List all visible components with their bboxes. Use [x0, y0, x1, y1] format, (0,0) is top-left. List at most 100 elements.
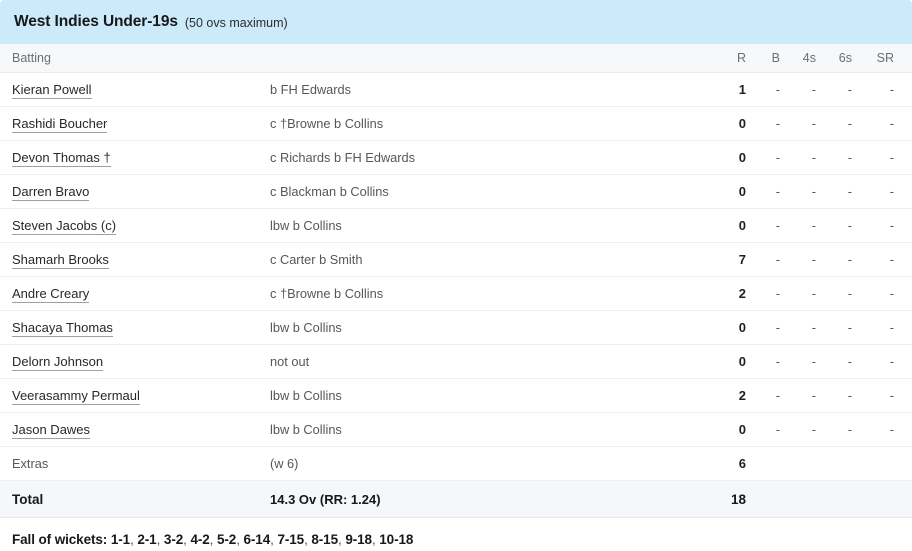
batsman-name-cell: Rashidi Boucher — [0, 106, 255, 141]
strike-rate-cell: - — [870, 310, 912, 345]
player-link[interactable]: Jason Dawes — [12, 422, 91, 439]
table-row: Andre Creary c †Browne b Collins 2- - - - — [0, 276, 912, 311]
table-row: Jason Dawes lbw b Collins 0- - - - — [0, 412, 912, 447]
sixes-cell: - — [834, 276, 870, 311]
fall-of-wickets-separator: , — [338, 532, 342, 547]
runs-cell: 7 — [730, 242, 764, 277]
runs-cell: 0 — [730, 208, 764, 243]
fours-cell: - — [798, 378, 834, 413]
sixes-cell: - — [834, 174, 870, 209]
fall-of-wickets-entry: 9-18 — [345, 532, 372, 547]
balls-cell: - — [764, 344, 798, 379]
column-header-sixes: 6s — [834, 44, 870, 73]
fours-cell: - — [798, 344, 834, 379]
total-runs-cell: 18 — [730, 480, 764, 518]
innings-team-name: West Indies Under-19s — [14, 13, 178, 30]
fall-of-wickets-separator: , — [183, 532, 187, 547]
fall-of-wickets-entry: 5-2 — [216, 532, 237, 547]
fours-cell: - — [798, 140, 834, 175]
batting-table: Batting R B 4s 6s SR Kieran Powell b FH E… — [0, 44, 912, 518]
fall-of-wickets-entry: 4-2 — [190, 532, 210, 547]
strike-rate-cell: - — [870, 106, 912, 141]
balls-cell: - — [764, 378, 798, 413]
dismissal-cell: not out — [255, 344, 730, 379]
column-header-strike-rate: SR — [870, 44, 912, 73]
extras-detail-cell: (w 6) — [255, 446, 730, 481]
player-link[interactable]: Darren Bravo — [12, 184, 90, 201]
fall-of-wickets-entry: 3-2 — [163, 532, 184, 547]
player-link[interactable]: Veerasammy Permaul — [12, 388, 140, 405]
dismissal-cell: lbw b Collins — [255, 378, 730, 413]
fall-of-wickets: Fall of wickets: 1-1, 2-1, 3-2, 4-2, 5-2… — [0, 518, 912, 547]
player-link[interactable]: Rashidi Boucher — [12, 116, 108, 133]
total-detail-cell: 14.3 Ov (RR: 1.24) — [255, 480, 730, 518]
player-link[interactable]: Shacaya Thomas — [12, 320, 113, 337]
balls-cell: - — [764, 72, 798, 107]
fall-of-wickets-separator: , — [236, 532, 240, 547]
runs-cell: 0 — [730, 310, 764, 345]
dismissal-cell: c Carter b Smith — [255, 242, 730, 277]
extras-runs-cell: 6 — [730, 446, 764, 481]
fall-of-wickets-separator: , — [209, 532, 214, 547]
extras-label-cell: Extras — [0, 446, 255, 481]
extras-empty-cell — [798, 446, 834, 481]
sixes-cell: - — [834, 412, 870, 447]
dismissal-cell: c †Browne b Collins — [255, 106, 730, 141]
extras-empty-cell — [764, 446, 798, 481]
player-link[interactable]: Andre Creary — [12, 286, 90, 303]
fall-of-wickets-separator: , — [156, 532, 161, 547]
batting-table-body: Kieran Powell b FH Edwards 1- - - - Rashidi Bo… — [0, 72, 912, 518]
strike-rate-cell: - — [870, 242, 912, 277]
innings-header: West Indies Under-19s (50 ovs maximum) — [0, 0, 912, 44]
total-row: Total 14.3 Ov (RR: 1.24) 18 — [0, 480, 912, 518]
dismissal-cell: lbw b Collins — [255, 412, 730, 447]
total-empty-cell — [798, 480, 834, 518]
runs-cell: 0 — [730, 344, 764, 379]
fall-of-wickets-separator: , — [130, 532, 134, 547]
player-link[interactable]: Kieran Powell — [12, 82, 92, 99]
strike-rate-cell: - — [870, 412, 912, 447]
player-link[interactable]: Shamarh Brooks — [12, 252, 109, 269]
fall-of-wickets-entry: 2-1 — [137, 532, 157, 547]
player-link[interactable]: Devon Thomas † — [12, 150, 111, 167]
dismissal-cell: lbw b Collins — [255, 208, 730, 243]
table-row: Shamarh Brooks c Carter b Smith 7- - - - — [0, 242, 912, 277]
player-link[interactable]: Steven Jacobs (c) — [12, 218, 117, 235]
table-row: Rashidi Boucher c †Browne b Collins 0- - - - — [0, 106, 912, 141]
batsman-name-cell: Andre Creary — [0, 276, 255, 311]
player-link[interactable]: Delorn Johnson — [12, 354, 104, 371]
balls-cell: - — [764, 276, 798, 311]
runs-cell: 2 — [730, 276, 764, 311]
sixes-cell: - — [834, 140, 870, 175]
dismissal-cell: c Richards b FH Edwards — [255, 140, 730, 175]
batsman-name-cell: Jason Dawes — [0, 412, 255, 447]
extras-row: Extras (w 6) 6 — [0, 446, 912, 481]
sixes-cell: - — [834, 72, 870, 107]
balls-cell: - — [764, 140, 798, 175]
extras-empty-cell — [870, 446, 912, 481]
total-empty-cell — [834, 480, 870, 518]
fours-cell: - — [798, 174, 834, 209]
table-row: Shacaya Thomas lbw b Collins 0- - - - — [0, 310, 912, 345]
fours-cell: - — [798, 412, 834, 447]
sixes-cell: - — [834, 106, 870, 141]
dismissal-cell: c Blackman b Collins — [255, 174, 730, 209]
sixes-cell: - — [834, 344, 870, 379]
runs-cell: 0 — [730, 140, 764, 175]
fall-of-wickets-entry: 8-15 — [311, 532, 338, 547]
balls-cell: - — [764, 174, 798, 209]
table-row: Darren Bravo c Blackman b Collins 0- - - - — [0, 174, 912, 209]
strike-rate-cell: - — [870, 174, 912, 209]
column-header-runs: R — [730, 44, 764, 73]
batsman-name-cell: Steven Jacobs (c) — [0, 208, 255, 243]
innings-scorecard: West Indies Under-19s (50 ovs maximum) B… — [0, 0, 912, 547]
fours-cell: - — [798, 276, 834, 311]
strike-rate-cell: - — [870, 344, 912, 379]
innings-overs-note: (50 ovs maximum) — [184, 15, 288, 30]
runs-cell: 1 — [730, 72, 764, 107]
balls-cell: - — [764, 106, 798, 141]
extras-label: Extras — [12, 456, 49, 471]
strike-rate-cell: - — [870, 208, 912, 243]
fours-cell: - — [798, 208, 834, 243]
total-empty-cell — [764, 480, 798, 518]
